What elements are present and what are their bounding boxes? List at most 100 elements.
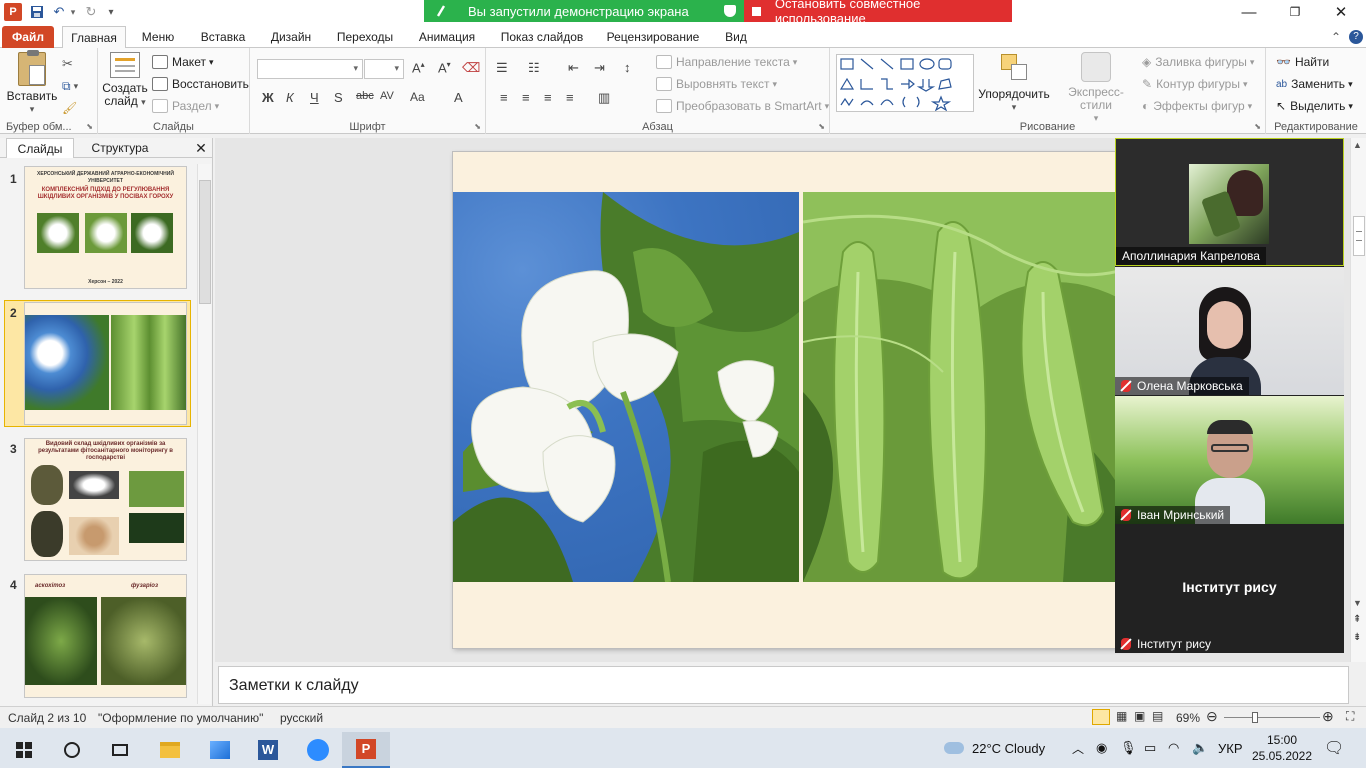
- text-direction-button[interactable]: Направление текста ▾: [656, 52, 797, 72]
- replace-button[interactable]: ab Заменить ▾: [1276, 74, 1353, 94]
- font-size-combo[interactable]: ▾: [364, 59, 404, 79]
- tab-file[interactable]: Файл: [2, 26, 54, 48]
- tab-slideshow[interactable]: Показ слайдов: [494, 26, 590, 48]
- file-explorer-icon[interactable]: [146, 732, 194, 768]
- zoom-slider-handle[interactable]: [1252, 712, 1258, 723]
- fit-to-window-icon[interactable]: ⛶: [1346, 709, 1354, 724]
- zoom-in-icon[interactable]: ⊕: [1322, 708, 1334, 725]
- microphone-icon[interactable]: 🎙: [1120, 728, 1137, 768]
- powerpoint-taskbar-icon[interactable]: P: [342, 732, 390, 768]
- powerpoint-icon[interactable]: P: [4, 3, 22, 21]
- participant-tile-3[interactable]: Іван Мринський: [1115, 396, 1344, 524]
- quick-styles-button[interactable]: Экспресс-стили ▾: [1054, 52, 1138, 125]
- scroll-thumb[interactable]: [199, 180, 211, 304]
- next-slide-icon[interactable]: ⇟: [1353, 633, 1361, 643]
- minimize-button[interactable]: —: [1226, 0, 1272, 24]
- shadow-button[interactable]: S: [334, 90, 343, 105]
- change-case-button[interactable]: Aa: [410, 90, 425, 104]
- zoom-level[interactable]: 69%: [1176, 711, 1200, 725]
- decrease-indent-icon[interactable]: ⇤: [568, 60, 579, 76]
- bold-button[interactable]: Ж: [262, 90, 274, 105]
- participant-tile-1[interactable]: Аполлинария Капрелова: [1115, 138, 1344, 266]
- shrink-font-icon[interactable]: A▾: [438, 60, 451, 75]
- prev-slide-icon[interactable]: ⇞: [1353, 615, 1361, 625]
- camera-icon[interactable]: ◉: [1096, 728, 1107, 768]
- zoom-out-icon[interactable]: ⊖: [1206, 708, 1218, 725]
- dialog-launcher-icon[interactable]: ⬊: [86, 122, 93, 131]
- word-icon[interactable]: W: [244, 732, 292, 768]
- char-spacing-button[interactable]: AV: [380, 90, 394, 102]
- tab-review[interactable]: Рецензирование: [600, 26, 706, 48]
- arrange-button[interactable]: Упорядочить ▾: [976, 52, 1052, 114]
- help-icon[interactable]: ?: [1349, 30, 1363, 44]
- italic-button[interactable]: К: [286, 90, 294, 105]
- font-name-combo[interactable]: ▾: [257, 59, 363, 79]
- bullets-icon[interactable]: ☰: [496, 60, 508, 76]
- clear-format-icon[interactable]: ⌫: [462, 60, 480, 76]
- shapes-gallery[interactable]: [836, 54, 974, 112]
- line-spacing-icon[interactable]: ↕: [624, 60, 631, 75]
- shape-effects-button[interactable]: ◐ Эффекты фигур ▾: [1142, 96, 1252, 116]
- strikethrough-button[interactable]: abc: [356, 90, 374, 102]
- notifications-icon[interactable]: 🗨: [1324, 728, 1344, 768]
- close-panel-icon[interactable]: ✕: [192, 138, 210, 158]
- underline-button[interactable]: Ч: [310, 90, 319, 105]
- align-left-icon[interactable]: ≡: [500, 90, 508, 105]
- columns-icon[interactable]: ▥: [598, 90, 610, 106]
- tab-home[interactable]: Главная: [62, 26, 126, 48]
- dialog-launcher-icon[interactable]: ⬊: [1254, 122, 1261, 131]
- pea-pods-photo[interactable]: [803, 192, 1143, 582]
- language-indicator[interactable]: русский: [280, 711, 323, 725]
- panel-scrollbar[interactable]: [197, 164, 211, 704]
- pea-flower-photo[interactable]: [453, 192, 799, 582]
- volume-icon[interactable]: 🔈: [1192, 728, 1208, 768]
- align-text-button[interactable]: Выровнять текст ▾: [656, 74, 777, 94]
- tab-insert[interactable]: Вставка: [194, 26, 252, 48]
- tab-slides-panel[interactable]: Слайды: [6, 138, 74, 158]
- normal-view-icon[interactable]: [1092, 709, 1110, 725]
- numbering-icon[interactable]: ☷: [528, 60, 540, 76]
- scroll-thumb[interactable]: [1353, 216, 1365, 256]
- section-button[interactable]: Раздел ▾: [152, 96, 219, 116]
- reset-button[interactable]: Восстановить: [152, 74, 249, 94]
- scroll-down-icon[interactable]: ▼: [1353, 598, 1362, 608]
- align-right-icon[interactable]: ≡: [544, 90, 552, 105]
- find-button[interactable]: 👓 Найти: [1276, 52, 1329, 72]
- notes-pane[interactable]: Заметки к слайду: [218, 666, 1349, 704]
- clock[interactable]: 15:00 25.05.2022: [1252, 728, 1312, 768]
- copy-button[interactable]: ⧉ ▾: [62, 76, 78, 96]
- minimize-ribbon-icon[interactable]: ⌃: [1326, 26, 1346, 48]
- start-icon[interactable]: [0, 732, 48, 768]
- shape-outline-button[interactable]: ✎ Контур фигуры ▾: [1142, 74, 1248, 94]
- theme-name[interactable]: "Оформление по умолчанию": [98, 711, 263, 725]
- align-center-icon[interactable]: ≡: [522, 90, 530, 105]
- editor-scrollbar[interactable]: ▲ ▼ ⇞ ⇟: [1350, 138, 1366, 662]
- photos-icon[interactable]: [196, 732, 244, 768]
- task-view-icon[interactable]: [96, 732, 144, 768]
- reading-view-icon[interactable]: ▣: [1134, 709, 1145, 723]
- scroll-up-icon[interactable]: ▲: [1353, 140, 1362, 150]
- restore-button[interactable]: ❐: [1272, 0, 1318, 24]
- search-icon[interactable]: [48, 732, 96, 768]
- cut-button[interactable]: ✂: [62, 54, 73, 74]
- show-hidden-icons[interactable]: ︿: [1072, 728, 1084, 768]
- font-color-button[interactable]: A: [454, 90, 463, 105]
- close-button[interactable]: ✕: [1318, 0, 1364, 24]
- dialog-launcher-icon[interactable]: ⬊: [474, 122, 481, 131]
- input-language[interactable]: УКР: [1218, 728, 1243, 768]
- weather-widget[interactable]: 22°C Cloudy: [944, 728, 1045, 768]
- select-button[interactable]: ↖ Выделить ▾: [1276, 96, 1353, 116]
- grow-font-icon[interactable]: A▴: [412, 60, 425, 75]
- justify-icon[interactable]: ≡: [566, 90, 574, 105]
- convert-smartart-button[interactable]: Преобразовать в SmartArt ▾: [656, 96, 829, 116]
- dialog-launcher-icon[interactable]: ⬊: [818, 122, 825, 131]
- slide-counter[interactable]: Слайд 2 из 10: [8, 711, 86, 725]
- increase-indent-icon[interactable]: ⇥: [594, 60, 605, 76]
- stop-share-button[interactable]: Остановить совместное использование: [744, 0, 1012, 26]
- tab-transitions[interactable]: Переходы: [330, 26, 400, 48]
- layout-button[interactable]: Макет ▾: [152, 52, 214, 72]
- participant-tile-4[interactable]: Інститут рису Інститут рису: [1115, 525, 1344, 653]
- tab-design[interactable]: Дизайн: [262, 26, 320, 48]
- tab-outline-panel[interactable]: Структура: [82, 138, 158, 158]
- new-slide-button[interactable]: Создать слайд ▾: [102, 52, 148, 109]
